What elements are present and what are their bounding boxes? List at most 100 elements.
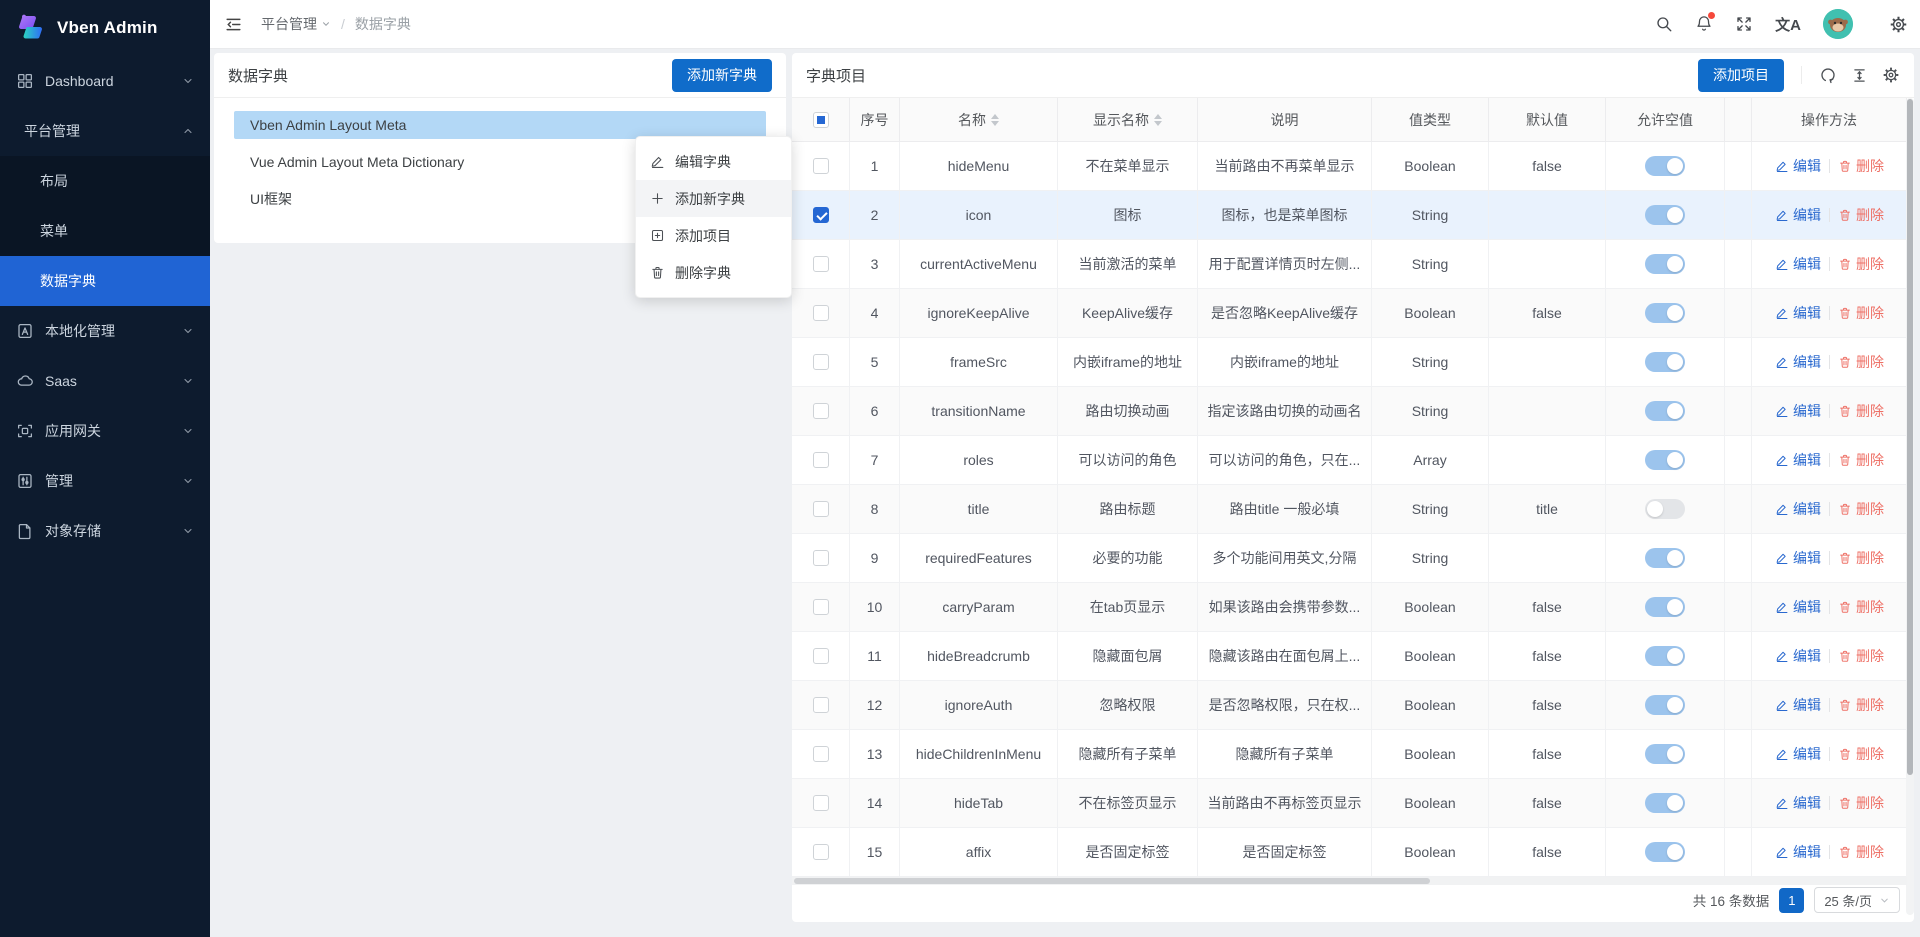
horizontal-scrollbar-thumb[interactable] bbox=[794, 878, 1430, 884]
allow-empty-toggle[interactable] bbox=[1645, 842, 1685, 862]
allow-empty-toggle[interactable] bbox=[1645, 744, 1685, 764]
delete-button[interactable]: 删除 bbox=[1838, 646, 1884, 666]
add-dictionary-button[interactable]: 添加新字典 bbox=[672, 59, 772, 92]
sidebar-item-app-gateway[interactable]: 应用网关 bbox=[0, 406, 210, 456]
row-actions: 编辑删除 bbox=[1775, 695, 1884, 715]
delete-button[interactable]: 删除 bbox=[1838, 548, 1884, 568]
row-checkbox[interactable] bbox=[813, 158, 829, 174]
allow-empty-toggle[interactable] bbox=[1645, 303, 1685, 323]
row-checkbox[interactable] bbox=[813, 305, 829, 321]
sidebar-item-object-storage[interactable]: 对象存储 bbox=[0, 506, 210, 556]
row-checkbox[interactable] bbox=[813, 648, 829, 664]
refresh-icon[interactable] bbox=[1819, 66, 1837, 84]
delete-button[interactable]: 删除 bbox=[1838, 695, 1884, 715]
sort-icon[interactable] bbox=[991, 114, 999, 126]
delete-button[interactable]: 删除 bbox=[1838, 303, 1884, 323]
search-icon[interactable] bbox=[1655, 15, 1673, 33]
allow-empty-toggle[interactable] bbox=[1645, 156, 1685, 176]
row-checkbox[interactable] bbox=[813, 207, 829, 223]
sidebar-item-dashboard[interactable]: Dashboard bbox=[0, 56, 210, 106]
delete-button[interactable]: 删除 bbox=[1838, 842, 1884, 862]
delete-button[interactable]: 删除 bbox=[1838, 205, 1884, 225]
sidebar-item-layout[interactable]: 布局 bbox=[0, 156, 210, 206]
allow-empty-toggle[interactable] bbox=[1645, 205, 1685, 225]
dictionary-list-item[interactable]: Vben Admin Layout Meta bbox=[234, 111, 766, 139]
delete-button[interactable]: 删除 bbox=[1838, 450, 1884, 470]
edit-button[interactable]: 编辑 bbox=[1775, 352, 1821, 372]
notification-bell-icon[interactable] bbox=[1695, 15, 1713, 33]
row-checkbox[interactable] bbox=[813, 599, 829, 615]
edit-button[interactable]: 编辑 bbox=[1775, 695, 1821, 715]
edit-button[interactable]: 编辑 bbox=[1775, 646, 1821, 666]
table-settings-gear-icon[interactable] bbox=[1882, 66, 1900, 84]
locale-switch-icon[interactable]: 文A bbox=[1775, 14, 1801, 35]
sidebar-item-localization[interactable]: 本地化管理 bbox=[0, 306, 210, 356]
user-avatar[interactable] bbox=[1823, 9, 1853, 39]
allow-empty-toggle[interactable] bbox=[1645, 695, 1685, 715]
delete-button[interactable]: 删除 bbox=[1838, 352, 1884, 372]
app-logo[interactable]: Vben Admin bbox=[0, 0, 210, 56]
allow-empty-toggle[interactable] bbox=[1645, 499, 1685, 519]
delete-button[interactable]: 删除 bbox=[1838, 744, 1884, 764]
add-item-button[interactable]: 添加项目 bbox=[1698, 59, 1784, 92]
edit-button[interactable]: 编辑 bbox=[1775, 450, 1821, 470]
edit-button[interactable]: 编辑 bbox=[1775, 548, 1821, 568]
pagination-page-1[interactable]: 1 bbox=[1779, 888, 1804, 913]
allow-empty-toggle[interactable] bbox=[1645, 401, 1685, 421]
row-checkbox[interactable] bbox=[813, 403, 829, 419]
delete-button[interactable]: 删除 bbox=[1838, 156, 1884, 176]
menu-fold-icon[interactable] bbox=[224, 15, 243, 34]
select-all-checkbox[interactable] bbox=[813, 112, 829, 128]
edit-button[interactable]: 编辑 bbox=[1775, 842, 1821, 862]
edit-button[interactable]: 编辑 bbox=[1775, 744, 1821, 764]
delete-button[interactable]: 删除 bbox=[1838, 401, 1884, 421]
allow-empty-toggle[interactable] bbox=[1645, 793, 1685, 813]
allow-empty-toggle[interactable] bbox=[1645, 597, 1685, 617]
edit-button[interactable]: 编辑 bbox=[1775, 205, 1821, 225]
context-menu-item-2[interactable]: 添加新字典 bbox=[636, 180, 791, 217]
row-checkbox[interactable] bbox=[813, 501, 829, 517]
edit-button[interactable]: 编辑 bbox=[1775, 254, 1821, 274]
edit-button[interactable]: 编辑 bbox=[1775, 793, 1821, 813]
allow-empty-toggle[interactable] bbox=[1645, 450, 1685, 470]
sidebar-item-admin[interactable]: 管理 bbox=[0, 456, 210, 506]
row-height-icon[interactable] bbox=[1851, 67, 1868, 84]
sidebar-item-data-dictionary[interactable]: 数据字典 bbox=[0, 256, 210, 306]
sidebar-item-saas[interactable]: Saas bbox=[0, 356, 210, 406]
row-checkbox[interactable] bbox=[813, 354, 829, 370]
allow-empty-toggle[interactable] bbox=[1645, 254, 1685, 274]
row-checkbox[interactable] bbox=[813, 550, 829, 566]
allow-empty-toggle[interactable] bbox=[1645, 646, 1685, 666]
sidebar-item-menu[interactable]: 菜单 bbox=[0, 206, 210, 256]
column-header-name[interactable]: 名称 bbox=[900, 98, 1058, 141]
vertical-scrollbar-thumb[interactable] bbox=[1907, 99, 1913, 775]
edit-button[interactable]: 编辑 bbox=[1775, 401, 1821, 421]
edit-button[interactable]: 编辑 bbox=[1775, 156, 1821, 176]
sort-icon[interactable] bbox=[1154, 114, 1162, 126]
settings-gear-icon[interactable] bbox=[1889, 15, 1908, 34]
context-menu-item-1[interactable]: 编辑字典 bbox=[636, 143, 791, 180]
edit-button[interactable]: 编辑 bbox=[1775, 499, 1821, 519]
row-checkbox[interactable] bbox=[813, 697, 829, 713]
row-checkbox[interactable] bbox=[813, 746, 829, 762]
edit-button[interactable]: 编辑 bbox=[1775, 303, 1821, 323]
column-header-select-all[interactable] bbox=[792, 98, 850, 141]
allow-empty-toggle[interactable] bbox=[1645, 352, 1685, 372]
delete-button[interactable]: 删除 bbox=[1838, 597, 1884, 617]
row-checkbox[interactable] bbox=[813, 452, 829, 468]
row-checkbox[interactable] bbox=[813, 795, 829, 811]
fullscreen-icon[interactable] bbox=[1735, 15, 1753, 33]
delete-button[interactable]: 删除 bbox=[1838, 793, 1884, 813]
page-size-select[interactable]: 25 条/页 bbox=[1814, 887, 1900, 913]
row-checkbox[interactable] bbox=[813, 256, 829, 272]
allow-empty-toggle[interactable] bbox=[1645, 548, 1685, 568]
edit-button[interactable]: 编辑 bbox=[1775, 597, 1821, 617]
row-checkbox[interactable] bbox=[813, 844, 829, 860]
delete-button[interactable]: 删除 bbox=[1838, 499, 1884, 519]
delete-button[interactable]: 删除 bbox=[1838, 254, 1884, 274]
context-menu-item-4[interactable]: 删除字典 bbox=[636, 254, 791, 291]
sidebar-item-platform[interactable]: 平台管理 bbox=[0, 106, 210, 156]
context-menu-item-3[interactable]: 添加项目 bbox=[636, 217, 791, 254]
breadcrumb-platform[interactable]: 平台管理 bbox=[261, 14, 331, 34]
column-header-display-name[interactable]: 显示名称 bbox=[1058, 98, 1198, 141]
